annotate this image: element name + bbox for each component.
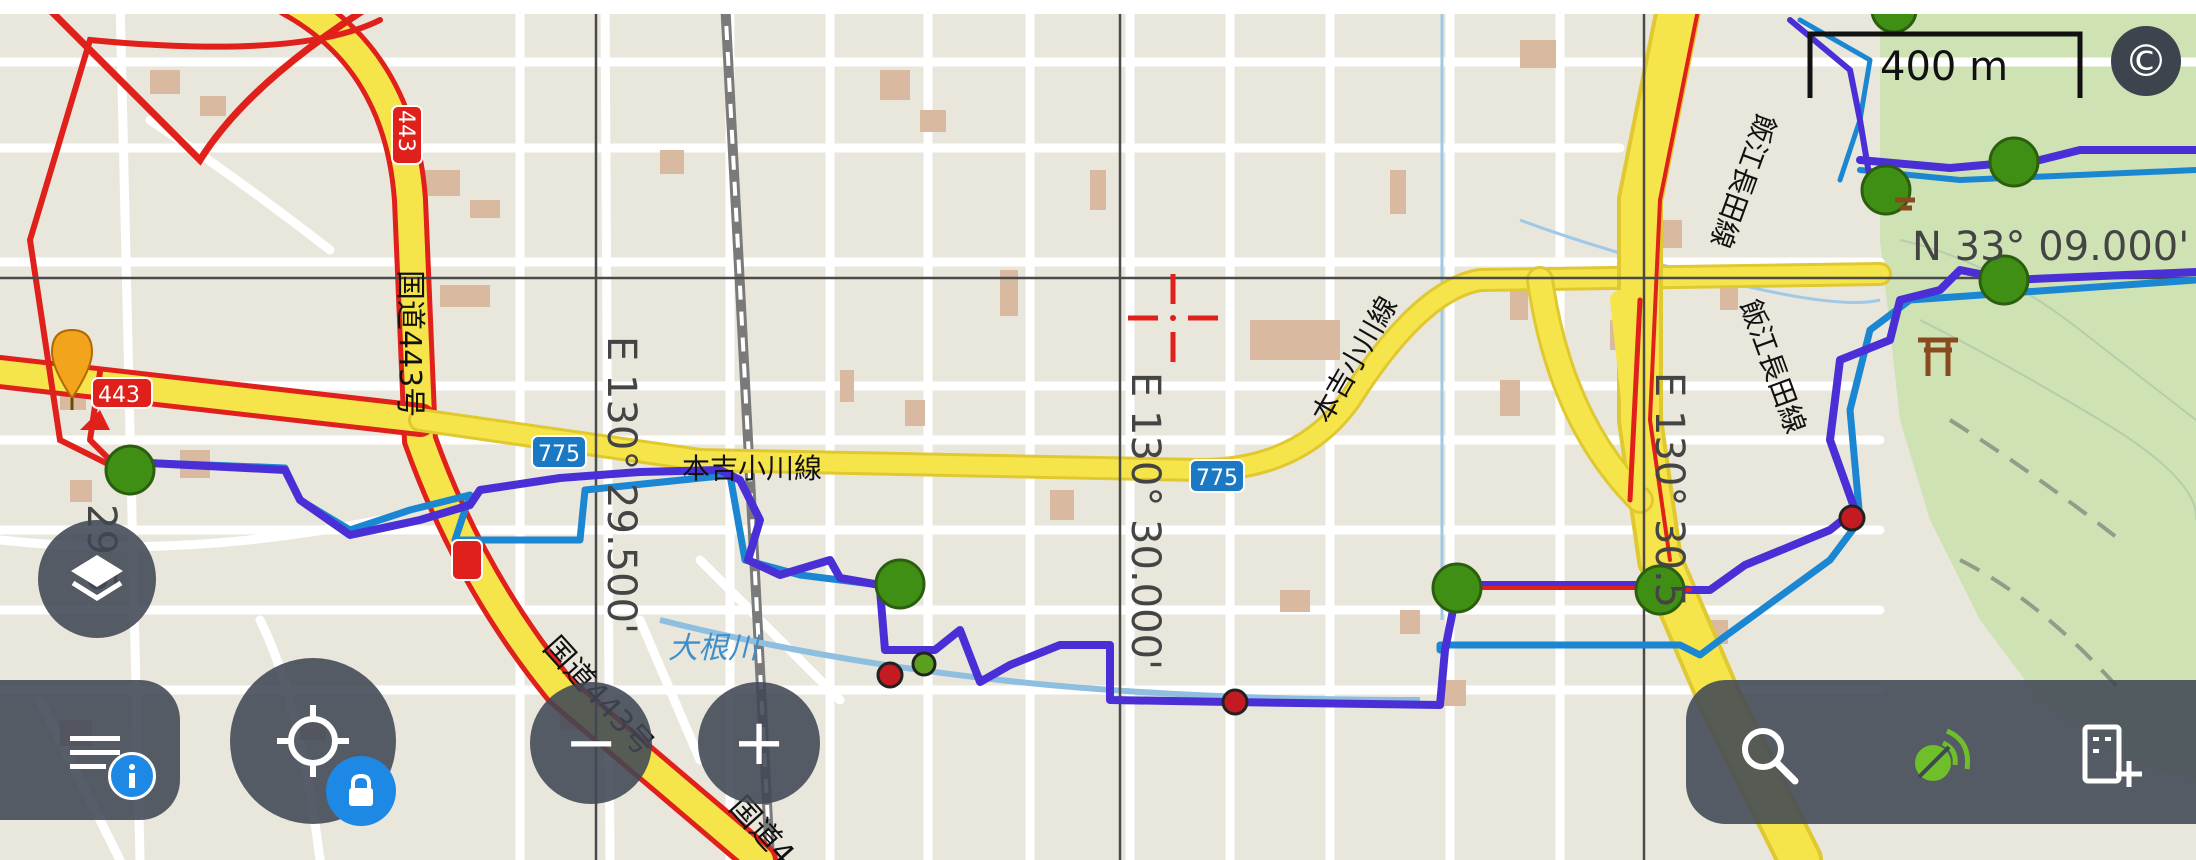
search-button[interactable] bbox=[1720, 706, 1820, 806]
river-label: 大根川 bbox=[668, 631, 761, 666]
lock-icon bbox=[349, 774, 373, 806]
zoom-in-label: + bbox=[732, 706, 786, 780]
layers-icon bbox=[71, 555, 123, 601]
road-label-motoyoshi-a: 本吉小川線 bbox=[682, 452, 822, 485]
add-panel-button[interactable] bbox=[2060, 706, 2160, 806]
add-panel-icon bbox=[2082, 724, 2142, 787]
grid-label-lon-3: E 130° 30.5 bbox=[1646, 372, 1692, 608]
route-shield-775-a: 775 bbox=[538, 442, 580, 467]
copyright-icon: © bbox=[2124, 35, 2168, 87]
lock-badge[interactable] bbox=[326, 756, 396, 826]
route-shield-443-b: 443 bbox=[98, 383, 140, 408]
info-icon bbox=[129, 764, 135, 788]
gps-signal-icon bbox=[1915, 728, 1971, 781]
search-icon bbox=[1742, 728, 1799, 785]
layers-button[interactable] bbox=[38, 520, 156, 638]
grid-label-lon-2: E 130° 30.000' bbox=[1122, 372, 1168, 670]
zoom-in-button[interactable]: + bbox=[698, 682, 820, 804]
grid-label-lat: N 33° 09.000' bbox=[1912, 224, 2189, 270]
grid-label-lon-1: E 130° 29.500' bbox=[598, 336, 644, 634]
route-label-443-vertical: 国道443号 bbox=[392, 270, 427, 417]
info-badge[interactable] bbox=[108, 752, 156, 800]
gps-button[interactable] bbox=[1890, 706, 1990, 806]
zoom-out-button[interactable]: − bbox=[530, 682, 652, 804]
zoom-out-label: − bbox=[564, 706, 618, 780]
route-shield-775-b: 775 bbox=[1196, 466, 1238, 491]
copyright-button[interactable]: © bbox=[2111, 26, 2181, 96]
map-app: 国道443号 443 443 775 775 本吉小川線 本吉小川線 飯江長田線… bbox=[0, 0, 2196, 860]
route-shield-443-a: 443 bbox=[393, 110, 418, 152]
scale-label: 400 m bbox=[1880, 44, 2009, 90]
